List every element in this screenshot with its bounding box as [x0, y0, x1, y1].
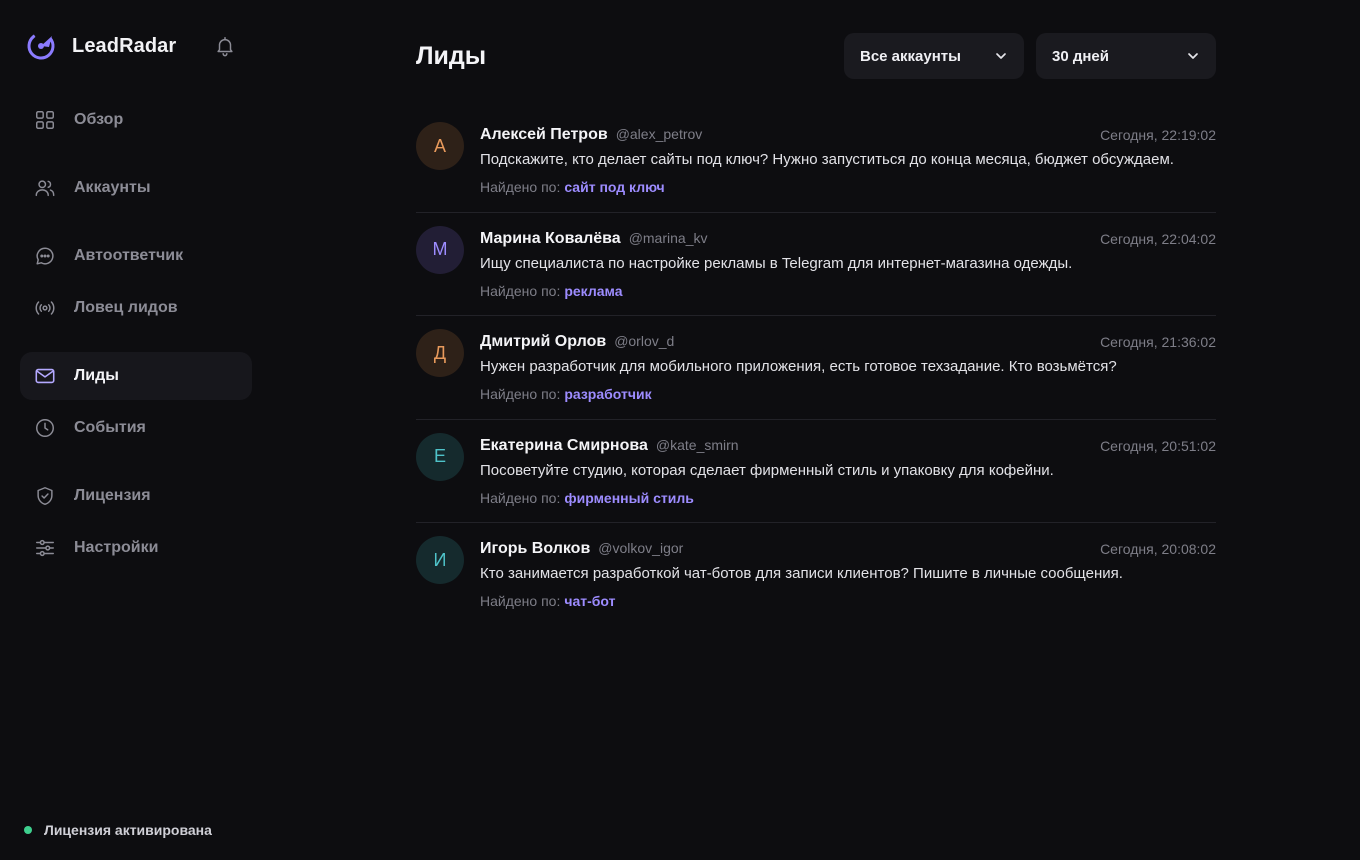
lead-name: Марина Ковалёва — [480, 229, 621, 247]
sliders-icon — [36, 539, 54, 557]
lead-name-row: Игорь Волков @volkov_igor — [480, 540, 683, 558]
page-title: Лиды — [416, 42, 487, 70]
lead-found-row: Найдено по: чат-бот — [480, 593, 615, 609]
keyword-link[interactable]: реклама — [564, 283, 622, 299]
keyword-link[interactable]: сайт под ключ — [564, 179, 664, 195]
bell-icon[interactable] — [214, 35, 236, 57]
account-filter-select[interactable]: Все аккаунты — [844, 33, 1024, 79]
found-label: Найдено по: — [480, 386, 561, 402]
lead-found-row: Найдено по: реклама — [480, 283, 623, 299]
mail-icon — [35, 368, 55, 384]
chevron-down-icon — [996, 53, 1006, 59]
keyword-link[interactable]: фирменный стиль — [564, 490, 693, 506]
avatar: Е — [416, 432, 464, 481]
lead-handle: @kate_smirn — [655, 436, 739, 453]
clock-icon — [36, 419, 54, 437]
lead-name: Игорь Волков — [480, 540, 591, 557]
sidebar-item-label: Настройки — [74, 539, 159, 556]
lead-message: Кто занимается разработкой чат-ботов для… — [480, 565, 1123, 582]
sidebar-item-label: События — [74, 419, 146, 436]
sidebar-item-label: Автоответчик — [74, 247, 184, 264]
account-filter-value: Все аккаунты — [860, 47, 961, 65]
lead-name: Екатерина Смирнова — [480, 436, 648, 454]
license-status-text: Лицензия активирована — [44, 822, 212, 838]
lead-handle: @alex_petrov — [615, 126, 703, 142]
radar-logo-icon — [27, 32, 55, 60]
avatar: И — [416, 536, 464, 584]
brand-name: LeadRadar — [72, 34, 177, 57]
lead-found-row: Найдено по: фирменный стиль — [480, 490, 694, 506]
found-label: Найдено по: — [480, 179, 561, 195]
license-status: Лицензия активирована — [24, 822, 212, 838]
lead-time: Сегодня, 22:04:02 — [1100, 230, 1216, 247]
sidebar-item-settings[interactable]: Настройки — [20, 524, 252, 572]
lead-time: Сегодня, 20:51:02 — [1100, 437, 1216, 454]
lead-name-row: Алексей Петров @alex_petrov — [480, 126, 702, 144]
sidebar-item-overview[interactable]: Обзор — [20, 96, 252, 144]
leads-list: А Алексей Петров @alex_petrov Сегодня, 22… — [416, 109, 1216, 627]
lead-name: Дмитрий Орлов — [480, 333, 607, 350]
sidebar-item-lead-catcher[interactable]: Ловец лидов — [20, 284, 252, 332]
found-label: Найдено по: — [480, 489, 561, 506]
brand[interactable]: LeadRadar — [26, 30, 176, 62]
lead-name-row: Дмитрий Орлов @orlov_d — [480, 333, 674, 351]
sidebar-item-label: Аккаунты — [74, 179, 151, 196]
sidebar-item-label: Лиды — [74, 367, 119, 384]
lead-found-row: Найдено по: разработчик — [480, 386, 652, 402]
chat-icon — [36, 247, 54, 265]
lead-item[interactable]: Д Дмитрий Орлов @orlov_d Сегодня, 21:36:0… — [416, 316, 1216, 420]
lead-time: Сегодня, 21:36:02 — [1100, 334, 1216, 350]
broadcast-icon — [35, 301, 55, 315]
lead-message: Подскажите, кто делает сайты под ключ? Н… — [480, 151, 1174, 168]
status-dot — [24, 826, 32, 834]
lead-name: Алексей Петров — [480, 126, 608, 143]
lead-item[interactable]: М Марина Ковалёва @marina_kv Сегодня, 22:… — [416, 213, 1216, 316]
sidebar-item-license[interactable]: Лицензия — [20, 472, 252, 520]
sidebar-item-label: Ловец лидов — [74, 299, 178, 316]
sidebar-item-label: Лицензия — [74, 487, 151, 504]
chevron-down-icon — [1188, 53, 1198, 59]
users-icon — [35, 180, 55, 197]
avatar: А — [416, 122, 464, 170]
sidebar-item-events[interactable]: События — [20, 404, 252, 452]
lead-message: Ищу специалиста по настройке рекламы в T… — [480, 254, 1073, 272]
sidebar-item-autoresponder[interactable]: Автоответчик — [20, 232, 252, 280]
lead-message: Нужен разработчик для мобильного приложе… — [480, 358, 1117, 375]
lead-item[interactable]: А Алексей Петров @alex_petrov Сегодня, 22… — [416, 109, 1216, 213]
lead-handle: @orlov_d — [614, 333, 675, 349]
sidebar-item-label: Обзор — [74, 111, 124, 128]
lead-time: Сегодня, 22:19:02 — [1100, 127, 1216, 143]
app-window: LeadRadar Обзор Аккаунты Автоответчик Ло… — [0, 0, 1360, 860]
lead-name-row: Марина Ковалёва @marina_kv — [480, 230, 707, 248]
lead-handle: @volkov_igor — [598, 540, 684, 556]
period-filter-value: 30 дней — [1052, 47, 1109, 65]
keyword-link[interactable]: чат-бот — [564, 593, 615, 609]
avatar: М — [416, 225, 464, 274]
sidebar-item-accounts[interactable]: Аккаунты — [20, 164, 252, 212]
keyword-link[interactable]: разработчик — [564, 386, 651, 402]
lead-handle: @marina_kv — [628, 229, 708, 246]
grid-icon — [36, 111, 54, 129]
shield-check-icon — [37, 487, 53, 505]
found-label: Найдено по: — [480, 593, 561, 609]
lead-message: Посоветуйте студию, которая сделает фирм… — [480, 461, 1054, 479]
lead-found-row: Найдено по: сайт под ключ — [480, 179, 665, 195]
period-filter-select[interactable]: 30 дней — [1036, 33, 1216, 79]
avatar: Д — [416, 329, 464, 377]
found-label: Найдено по: — [480, 282, 561, 299]
lead-item[interactable]: И Игорь Волков @volkov_igor Сегодня, 20:0… — [416, 523, 1216, 627]
sidebar-item-leads[interactable]: Лиды — [20, 352, 252, 400]
lead-item[interactable]: Е Екатерина Смирнова @kate_smirn Сегодня,… — [416, 420, 1216, 523]
lead-time: Сегодня, 20:08:02 — [1100, 541, 1216, 557]
lead-name-row: Екатерина Смирнова @kate_smirn — [480, 437, 739, 455]
sidebar: LeadRadar Обзор Аккаунты Автоответчик Ло… — [0, 0, 272, 860]
